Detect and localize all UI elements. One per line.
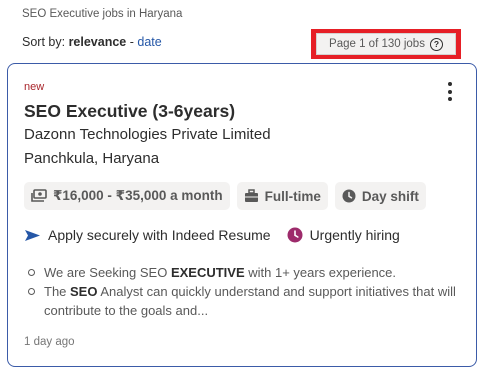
pagination-count: Page 1 of 130 jobs ? xyxy=(316,33,456,55)
search-breadcrumb: SEO Executive jobs in Haryana xyxy=(22,8,183,20)
job-snippet: We are Seeking SEO EXECUTIVE with 1+ yea… xyxy=(26,263,456,320)
kebab-menu-icon[interactable] xyxy=(448,82,454,101)
job-type-text: Full-time xyxy=(264,188,321,204)
pagination-text: Page 1 of 130 jobs xyxy=(329,38,425,50)
shift-chip: Day shift xyxy=(334,182,426,210)
salary-text: ₹16,000 - ₹35,000 a month xyxy=(53,188,223,203)
job-location: Panchkula, Haryana xyxy=(24,150,160,167)
new-tag: new xyxy=(24,81,45,93)
job-meta: Apply securely with Indeed Resume Urgent… xyxy=(24,227,400,243)
briefcase-icon xyxy=(244,189,258,202)
snippet-item: We are Seeking SEO EXECUTIVE with 1+ yea… xyxy=(26,263,456,282)
job-title[interactable]: SEO Executive (3-6years) xyxy=(24,101,235,122)
apply-text: Apply securely with Indeed Resume xyxy=(48,227,271,243)
salary-chip: ₹16,000 - ₹35,000 a month xyxy=(24,182,230,210)
posted-date: 1 day ago xyxy=(24,336,75,348)
money-icon xyxy=(31,189,47,202)
snippet-item: The SEO Analyst can quickly understand a… xyxy=(26,282,456,320)
company-name: Dazonn Technologies Private Limited xyxy=(24,126,271,143)
help-icon[interactable]: ? xyxy=(429,37,443,51)
sort-by-date-link[interactable]: date xyxy=(137,35,161,49)
job-attributes: ₹16,000 - ₹35,000 a month Full-time Day … xyxy=(24,182,426,210)
clock-icon xyxy=(342,189,356,203)
job-type-chip: Full-time xyxy=(236,182,328,210)
shift-text: Day shift xyxy=(361,188,419,204)
urgently-hiring-badge: Urgently hiring xyxy=(287,227,400,243)
apply-indeed-resume: Apply securely with Indeed Resume xyxy=(24,227,271,243)
clock-icon xyxy=(287,227,303,243)
send-arrow-icon xyxy=(25,229,40,241)
pagination-highlight: Page 1 of 130 jobs ? xyxy=(311,29,461,59)
urgency-text: Urgently hiring xyxy=(309,227,400,243)
sort-relevance: relevance xyxy=(68,35,127,49)
sort-separator: - xyxy=(129,35,134,49)
job-card[interactable]: new SEO Executive (3-6years) Dazonn Tech… xyxy=(7,63,477,367)
sort-options: Sort by: relevance - date xyxy=(22,35,162,49)
sort-label: Sort by: xyxy=(22,35,66,49)
